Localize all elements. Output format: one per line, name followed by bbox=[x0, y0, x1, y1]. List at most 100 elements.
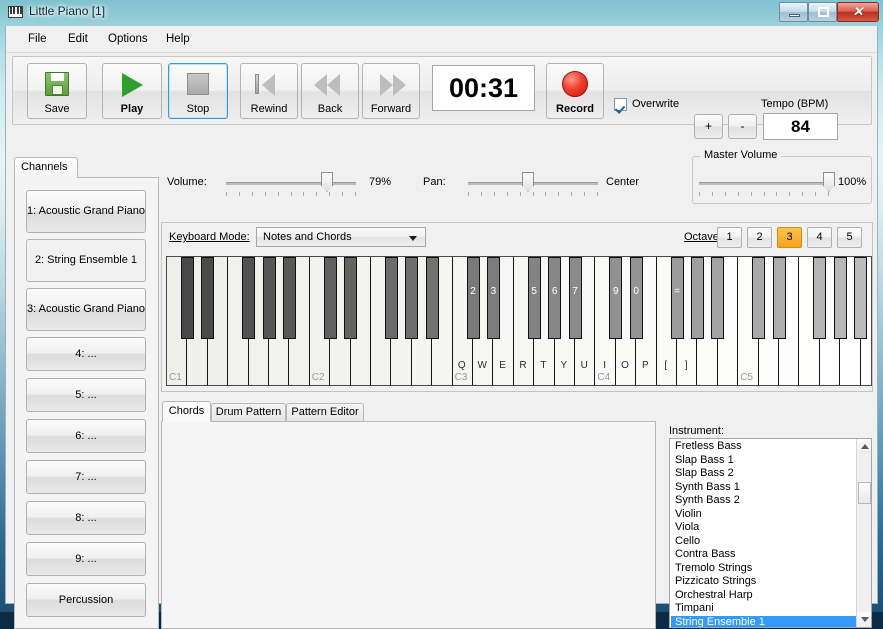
piano-black-key[interactable] bbox=[426, 257, 439, 339]
piano-black-key[interactable] bbox=[773, 257, 786, 339]
pan-slider-thumb[interactable] bbox=[522, 172, 534, 192]
piano-black-key[interactable] bbox=[263, 257, 276, 339]
piano-black-key[interactable] bbox=[752, 257, 765, 339]
piano-black-key[interactable] bbox=[324, 257, 337, 339]
channel-button-5[interactable]: 5: ... bbox=[26, 378, 146, 412]
scroll-up-icon[interactable] bbox=[857, 439, 872, 454]
channel-button-4[interactable]: 4: ... bbox=[26, 337, 146, 371]
instrument-list-item[interactable]: Violin bbox=[671, 508, 857, 522]
tab-chords[interactable]: Chords bbox=[162, 401, 211, 422]
keyboard-octave-4[interactable]: 4 bbox=[807, 227, 832, 248]
piano-black-key[interactable]: 5 bbox=[528, 257, 541, 339]
chords-tab-panel bbox=[161, 421, 656, 629]
menu-file[interactable]: File bbox=[20, 31, 55, 47]
keyboard-octave-5[interactable]: 5 bbox=[837, 227, 862, 248]
tempo-increase-button[interactable]: + bbox=[694, 114, 723, 139]
piano-key-shortcut: P bbox=[636, 360, 654, 371]
overwrite-checkbox[interactable] bbox=[614, 98, 627, 111]
forward-button[interactable]: Forward bbox=[362, 63, 420, 119]
instrument-list-item[interactable]: Fretless Bass bbox=[671, 440, 857, 454]
piano-black-key[interactable] bbox=[242, 257, 255, 339]
close-button[interactable]: ✕ bbox=[837, 2, 879, 22]
instrument-listbox[interactable]: Fretless BassSlap Bass 1Slap Bass 2Synth… bbox=[669, 438, 872, 628]
piano-black-key[interactable] bbox=[854, 257, 867, 339]
keyboard-octave-3[interactable]: 3 bbox=[777, 227, 802, 248]
piano-black-key[interactable] bbox=[691, 257, 704, 339]
channel-button-3[interactable]: 3: Acoustic Grand Piano bbox=[26, 288, 146, 331]
scroll-down-icon[interactable] bbox=[857, 612, 872, 627]
piano-black-key[interactable] bbox=[181, 257, 194, 339]
piano-key-shortcut: = bbox=[672, 286, 683, 297]
instrument-list-item[interactable]: Orchestral Harp bbox=[671, 589, 857, 603]
instrument-list-item[interactable]: Contra Bass bbox=[671, 548, 857, 562]
save-button[interactable]: Save bbox=[27, 63, 87, 119]
piano-black-key[interactable] bbox=[834, 257, 847, 339]
instrument-list-item[interactable]: Pizzicato Strings bbox=[671, 575, 857, 589]
piano-black-key[interactable]: 9 bbox=[609, 257, 622, 339]
piano-black-key[interactable]: 3 bbox=[487, 257, 500, 339]
time-value: 00:31 bbox=[433, 66, 534, 110]
piano-black-key[interactable]: = bbox=[671, 257, 684, 339]
rewind-button[interactable]: Rewind bbox=[240, 63, 298, 119]
scrollbar-thumb[interactable] bbox=[858, 482, 871, 504]
instrument-list-item[interactable]: Slap Bass 2 bbox=[671, 467, 857, 481]
tempo-value[interactable]: 84 bbox=[763, 113, 838, 140]
piano-black-key[interactable] bbox=[201, 257, 214, 339]
master-slider-track[interactable] bbox=[699, 182, 829, 185]
piano-black-key[interactable] bbox=[813, 257, 826, 339]
piano-black-key[interactable] bbox=[283, 257, 296, 339]
minimize-button[interactable] bbox=[779, 2, 808, 22]
tab-channels[interactable]: Channels bbox=[14, 157, 78, 178]
channel-button-6[interactable]: 6: ... bbox=[26, 419, 146, 453]
record-button[interactable]: Record bbox=[546, 63, 604, 119]
record-label: Record bbox=[547, 103, 603, 115]
tab-drum-pattern[interactable]: Drum Pattern bbox=[211, 403, 286, 422]
instrument-list-item[interactable]: Synth Bass 1 bbox=[671, 481, 857, 495]
save-icon bbox=[45, 72, 69, 96]
channel-button-2[interactable]: 2: String Ensemble 1 bbox=[26, 239, 146, 282]
piano-key-shortcut: O bbox=[616, 360, 634, 371]
tempo-decrease-button[interactable]: - bbox=[728, 114, 757, 139]
volume-slider-thumb[interactable] bbox=[321, 172, 333, 192]
instrument-label: Instrument: bbox=[669, 425, 724, 437]
volume-slider-track[interactable] bbox=[226, 182, 356, 185]
keyboard-mode-label: Keyboard Mode: bbox=[169, 231, 250, 243]
piano-keyboard[interactable]: C1C2C3QWERTYUC4IOP[]C52356790= bbox=[166, 256, 872, 386]
piano-black-key[interactable]: 0 bbox=[630, 257, 643, 339]
channel-button-1[interactable]: 1: Acoustic Grand Piano bbox=[26, 190, 146, 233]
instrument-list-item[interactable]: Slap Bass 1 bbox=[671, 454, 857, 468]
piano-black-key[interactable] bbox=[344, 257, 357, 339]
channel-button-7[interactable]: 7: ... bbox=[26, 460, 146, 494]
maximize-button[interactable] bbox=[808, 2, 837, 22]
play-button[interactable]: Play bbox=[102, 63, 162, 119]
piano-black-key[interactable] bbox=[405, 257, 418, 339]
back-button[interactable]: Back bbox=[301, 63, 359, 119]
keyboard-octave-2[interactable]: 2 bbox=[747, 227, 772, 248]
instrument-list-item[interactable]: Synth Bass 2 bbox=[671, 494, 857, 508]
piano-black-key[interactable]: 2 bbox=[467, 257, 480, 339]
piano-black-key[interactable] bbox=[385, 257, 398, 339]
menu-bar: File Edit Options Help bbox=[6, 26, 877, 53]
instrument-list-item[interactable]: Cello bbox=[671, 535, 857, 549]
piano-black-key[interactable]: 7 bbox=[569, 257, 582, 339]
instrument-list-item[interactable]: Timpani bbox=[671, 602, 857, 616]
piano-key-shortcut: 5 bbox=[529, 286, 540, 297]
piano-octave-marker: C4 bbox=[597, 372, 610, 383]
instrument-list-item[interactable]: String Ensemble 1 bbox=[671, 616, 857, 629]
piano-black-key[interactable] bbox=[711, 257, 724, 339]
master-volume-caption: Master Volume bbox=[700, 149, 781, 161]
instrument-list-item[interactable]: Tremolo Strings bbox=[671, 562, 857, 576]
instrument-list-item[interactable]: Viola bbox=[671, 521, 857, 535]
channel-button-9[interactable]: 9: ... bbox=[26, 542, 146, 576]
menu-help[interactable]: Help bbox=[158, 31, 198, 47]
piano-black-key[interactable]: 6 bbox=[548, 257, 561, 339]
tab-pattern-editor[interactable]: Pattern Editor bbox=[286, 403, 364, 422]
keyboard-mode-select[interactable]: Notes and Chords bbox=[256, 227, 426, 247]
channel-button-8[interactable]: 8: ... bbox=[26, 501, 146, 535]
menu-edit[interactable]: Edit bbox=[60, 31, 96, 47]
keyboard-octave-1[interactable]: 1 bbox=[717, 227, 742, 248]
volume-slider-ticks bbox=[226, 192, 356, 196]
instrument-scrollbar[interactable] bbox=[856, 439, 871, 627]
menu-options[interactable]: Options bbox=[100, 31, 156, 47]
stop-button[interactable]: Stop bbox=[168, 63, 228, 119]
